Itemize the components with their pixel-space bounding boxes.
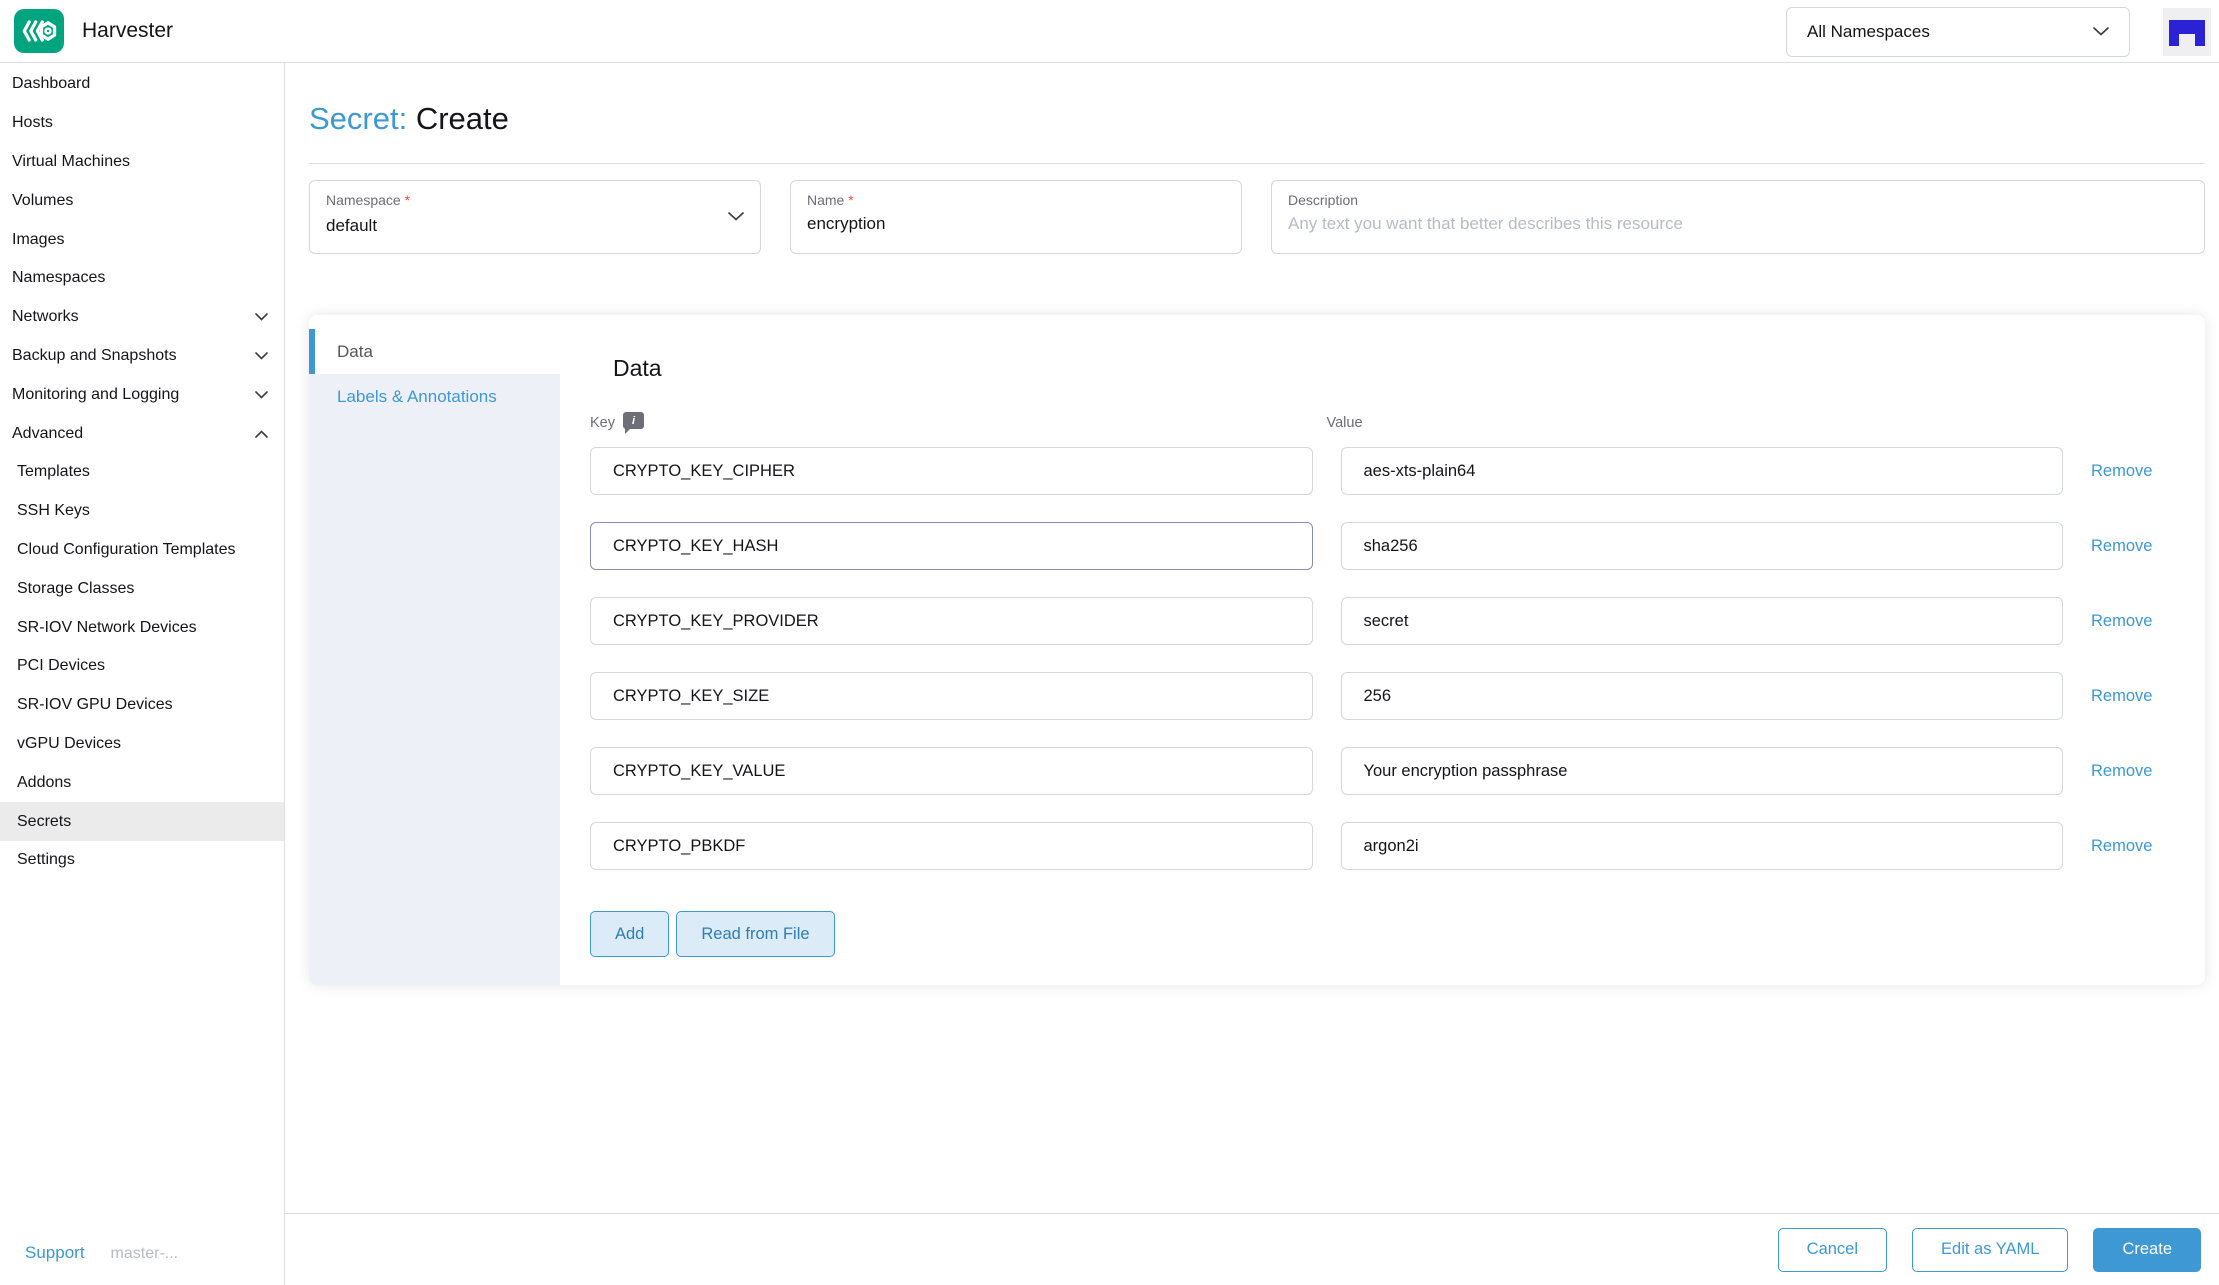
sidebar-item-namespaces[interactable]: Namespaces xyxy=(0,259,284,298)
read-from-file-button[interactable]: Read from File xyxy=(676,911,834,957)
sidebar-footer: Support master-... xyxy=(25,1243,178,1263)
kv-rows: Remove Remove Remove Remove Remove Remov… xyxy=(590,447,2175,870)
data-section-heading: Data xyxy=(613,355,2175,382)
tab-labels-annotations[interactable]: Labels & Annotations xyxy=(309,374,560,419)
top-header: Harvester All Namespaces xyxy=(0,0,2219,63)
namespace-filter-select[interactable]: All Namespaces xyxy=(1786,7,2130,57)
chevron-down-icon xyxy=(2093,27,2109,36)
namespace-value: default xyxy=(326,216,744,236)
sidebar-item-volumes[interactable]: Volumes xyxy=(0,181,284,220)
sidebar-item-settings[interactable]: Settings xyxy=(0,841,284,880)
meta-form-row: Namespace * default Name * Description xyxy=(309,180,2205,254)
namespace-select[interactable]: Namespace * default xyxy=(309,180,761,254)
page-title-action: Create xyxy=(416,101,509,136)
action-footer: Cancel Edit as YAML Create xyxy=(285,1213,2219,1285)
page-title-resource: Secret: xyxy=(309,101,407,136)
sidebar-item-pci-devices[interactable]: PCI Devices xyxy=(0,647,284,686)
app-title: Harvester xyxy=(82,19,173,43)
chevron-down-icon xyxy=(728,208,744,226)
kv-row: Remove xyxy=(590,672,2175,720)
description-label: Description xyxy=(1288,192,1358,208)
remove-link[interactable]: Remove xyxy=(2091,762,2175,781)
value-input[interactable] xyxy=(1341,447,2064,495)
data-panel: Data Key i Value Remove Remove Remove xyxy=(560,315,2205,985)
value-input[interactable] xyxy=(1341,522,2064,570)
remove-link[interactable]: Remove xyxy=(2091,612,2175,631)
chevron-down-icon xyxy=(255,352,268,360)
main-content: Secret: Create Namespace * default Name … xyxy=(285,63,2219,1213)
sidebar-item-sr-iov-network-devices[interactable]: SR-IOV Network Devices xyxy=(0,608,284,647)
remove-link[interactable]: Remove xyxy=(2091,837,2175,856)
sidebar-item-vgpu-devices[interactable]: vGPU Devices xyxy=(0,725,284,764)
remove-link[interactable]: Remove xyxy=(2091,462,2175,481)
namespace-filter-value: All Namespaces xyxy=(1807,22,1930,42)
create-button[interactable]: Create xyxy=(2093,1228,2201,1272)
sidebar-item-templates[interactable]: Templates xyxy=(0,453,284,492)
title-divider xyxy=(309,163,2205,164)
required-asterisk: * xyxy=(848,192,853,208)
edit-as-yaml-button[interactable]: Edit as YAML xyxy=(1912,1228,2068,1272)
value-input[interactable] xyxy=(1341,822,2064,870)
sidebar-item-dashboard[interactable]: Dashboard xyxy=(0,65,284,104)
key-column-header: Key xyxy=(590,415,615,431)
chevron-up-icon xyxy=(255,430,268,438)
sidebar-item-addons[interactable]: Addons xyxy=(0,763,284,802)
harvester-logo-icon xyxy=(14,9,64,53)
kv-row: Remove xyxy=(590,597,2175,645)
kv-row: Remove xyxy=(590,822,2175,870)
description-field: Description xyxy=(1271,180,2205,254)
value-input[interactable] xyxy=(1341,597,2064,645)
sidebar-nav: DashboardHostsVirtual MachinesVolumesIma… xyxy=(0,63,284,880)
sidebar-item-ssh-keys[interactable]: SSH Keys xyxy=(0,492,284,531)
create-card: Data Labels & Annotations Data Key i Val… xyxy=(309,315,2205,985)
page-title: Secret: Create xyxy=(309,101,2205,137)
info-tooltip-icon[interactable]: i xyxy=(623,412,644,429)
row-actions: Add Read from File xyxy=(590,911,2175,957)
tab-column: Data Labels & Annotations xyxy=(309,315,560,985)
key-input[interactable] xyxy=(590,522,1313,570)
version-label: master-... xyxy=(111,1245,179,1263)
sidebar-item-storage-classes[interactable]: Storage Classes xyxy=(0,569,284,608)
kv-row: Remove xyxy=(590,447,2175,495)
value-input[interactable] xyxy=(1341,672,2064,720)
kv-row: Remove xyxy=(590,522,2175,570)
name-field: Name * xyxy=(790,180,1242,254)
name-input[interactable] xyxy=(807,214,1225,234)
remove-link[interactable]: Remove xyxy=(2091,537,2175,556)
key-input[interactable] xyxy=(590,822,1313,870)
value-input[interactable] xyxy=(1341,747,2064,795)
remove-link[interactable]: Remove xyxy=(2091,687,2175,706)
sidebar-item-secrets[interactable]: Secrets xyxy=(0,802,284,841)
sidebar-item-images[interactable]: Images xyxy=(0,220,284,259)
description-input[interactable] xyxy=(1288,214,2188,234)
namespace-label: Namespace xyxy=(326,192,401,208)
sidebar-item-backup-and-snapshots[interactable]: Backup and Snapshots xyxy=(0,337,284,376)
required-asterisk: * xyxy=(405,192,410,208)
sidebar-item-sr-iov-gpu-devices[interactable]: SR-IOV GPU Devices xyxy=(0,686,284,725)
chevron-down-icon xyxy=(255,313,268,321)
value-column-header: Value xyxy=(1327,415,1363,431)
sidebar-item-networks[interactable]: Networks xyxy=(0,298,284,337)
add-button[interactable]: Add xyxy=(590,911,669,957)
tab-column-background xyxy=(309,374,560,985)
key-input[interactable] xyxy=(590,597,1313,645)
sidebar-item-advanced[interactable]: Advanced xyxy=(0,414,284,453)
key-input[interactable] xyxy=(590,747,1313,795)
name-label: Name xyxy=(807,192,844,208)
key-input[interactable] xyxy=(590,672,1313,720)
sidebar-item-virtual-machines[interactable]: Virtual Machines xyxy=(0,143,284,182)
cancel-button[interactable]: Cancel xyxy=(1778,1228,1887,1272)
user-avatar[interactable] xyxy=(2163,8,2211,56)
sidebar-item-hosts[interactable]: Hosts xyxy=(0,104,284,143)
kv-column-headers: Key i Value xyxy=(590,414,2175,431)
sidebar-item-monitoring-and-logging[interactable]: Monitoring and Logging xyxy=(0,375,284,414)
support-link[interactable]: Support xyxy=(25,1243,85,1263)
tab-data[interactable]: Data xyxy=(309,329,560,374)
sidebar: DashboardHostsVirtual MachinesVolumesIma… xyxy=(0,63,285,1285)
chevron-down-icon xyxy=(255,391,268,399)
key-input[interactable] xyxy=(590,447,1313,495)
kv-row: Remove xyxy=(590,747,2175,795)
sidebar-item-cloud-configuration-templates[interactable]: Cloud Configuration Templates xyxy=(0,531,284,570)
